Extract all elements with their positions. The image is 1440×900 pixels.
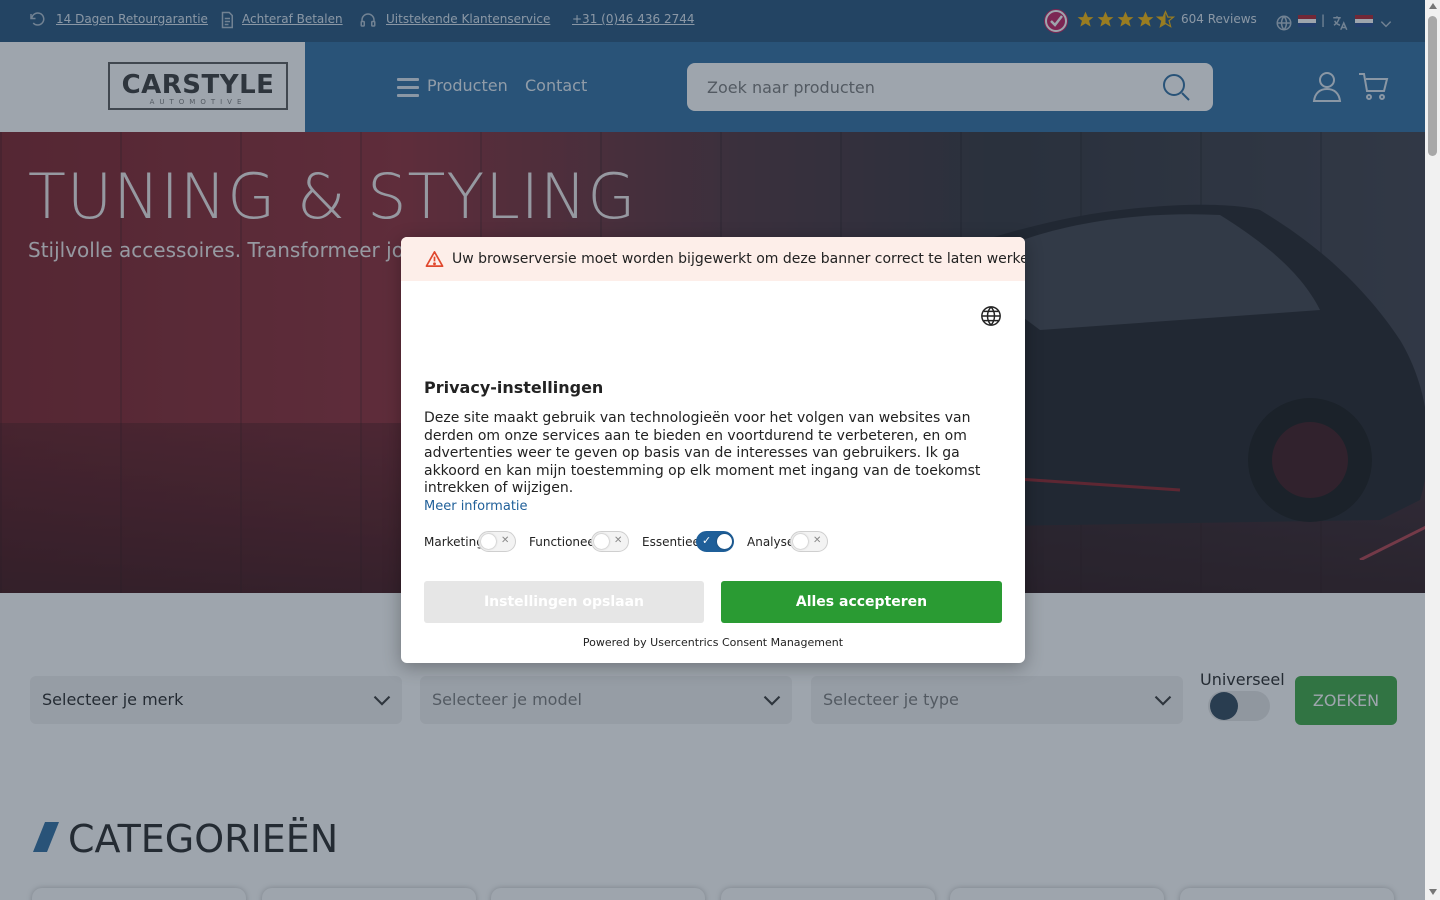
consent-description: Deze site maakt gebruik van technologieë… — [424, 410, 981, 496]
consent-title: Privacy-instellingen — [424, 378, 604, 397]
marketing-toggle[interactable]: ✕ — [478, 531, 516, 552]
scroll-down-arrow-icon[interactable] — [1429, 889, 1437, 895]
scrollbar-thumb[interactable] — [1428, 16, 1437, 156]
page-scrollbar[interactable] — [1425, 0, 1440, 900]
toggle-label-functional: Functioneel — [529, 535, 599, 549]
save-settings-button[interactable]: Instellingen opslaan — [424, 581, 704, 623]
functional-toggle[interactable]: ✕ — [591, 531, 629, 552]
consent-dialog: Uw browserversie moet worden bijgewerkt … — [401, 237, 1025, 663]
language-globe-icon[interactable] — [980, 305, 1002, 327]
essential-toggle[interactable]: ✓ — [696, 531, 734, 552]
toggle-label-marketing: Marketing — [424, 535, 484, 549]
toggle-label-essential: Essentieel — [642, 535, 704, 549]
powered-by-text: Powered by Usercentrics Consent Manageme… — [582, 636, 844, 649]
toggle-label-analytics: Analyse — [747, 535, 795, 549]
more-info-link[interactable]: Meer informatie — [424, 499, 528, 514]
accept-all-button[interactable]: Alles accepteren — [721, 581, 1002, 623]
browser-warning-bar: Uw browserversie moet worden bijgewerkt … — [401, 237, 1025, 281]
analytics-toggle[interactable]: ✕ — [790, 531, 828, 552]
scroll-up-arrow-icon[interactable] — [1429, 3, 1437, 9]
browser-warning-text: Uw browserversie moet worden bijgewerkt … — [452, 251, 1025, 267]
warning-icon — [425, 250, 444, 268]
